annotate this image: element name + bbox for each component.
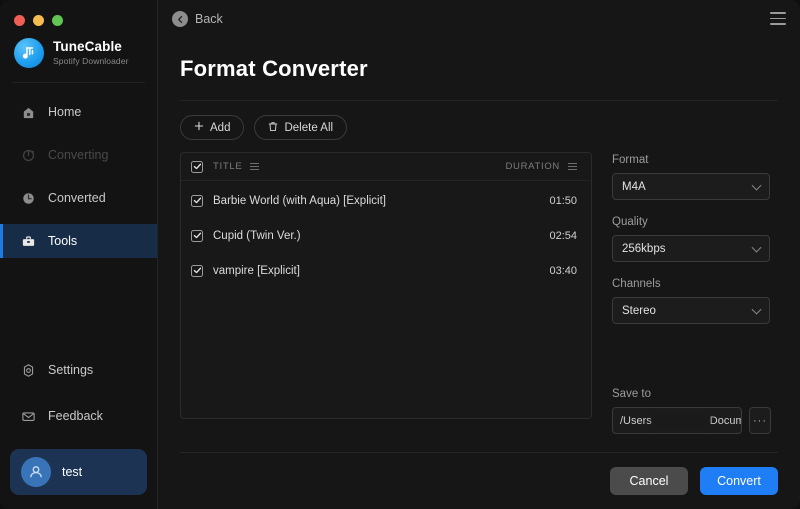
sidebar: TuneCable Spotify Downloader Home Conver… bbox=[0, 0, 158, 509]
save-to-path-prefix: /Users bbox=[620, 414, 652, 427]
row-checkbox[interactable] bbox=[191, 194, 203, 207]
chevron-down-icon bbox=[751, 304, 762, 315]
brand-title: TuneCable bbox=[53, 38, 122, 54]
sidebar-item-settings[interactable]: Settings bbox=[0, 353, 157, 387]
quality-select[interactable]: 256kbps bbox=[612, 235, 770, 262]
row-checkbox[interactable] bbox=[191, 264, 203, 277]
sidebar-item-label: Home bbox=[48, 105, 82, 119]
sidebar-item-label: Tools bbox=[48, 234, 78, 248]
close-window-button[interactable] bbox=[14, 14, 25, 26]
topbar: Back bbox=[158, 0, 800, 38]
row-checkbox[interactable] bbox=[191, 229, 203, 242]
back-label: Back bbox=[195, 12, 223, 26]
chevron-down-icon bbox=[751, 180, 762, 191]
format-select[interactable]: M4A bbox=[612, 173, 770, 200]
save-to-label: Save to bbox=[612, 388, 651, 400]
window-traffic-lights bbox=[0, 0, 157, 28]
app-window: TuneCable Spotify Downloader Home Conver… bbox=[0, 0, 800, 509]
main-area: Back Format Converter Add Delete All TIT… bbox=[158, 0, 800, 509]
content-area: TITLE DURATION Barbie World (with Aqua) … bbox=[158, 140, 800, 442]
list-toolbar: Add Delete All bbox=[158, 101, 800, 140]
table-row[interactable]: Barbie World (with Aqua) [Explicit] 01:5… bbox=[181, 187, 591, 214]
row-duration: 02:54 bbox=[549, 229, 577, 242]
hamburger-menu-icon[interactable] bbox=[770, 12, 786, 25]
arrow-left-circle-icon bbox=[172, 11, 188, 27]
convert-button[interactable]: Convert bbox=[700, 467, 778, 495]
sidebar-item-label: Converted bbox=[48, 191, 106, 205]
column-header-title-label: TITLE bbox=[213, 161, 243, 172]
clock-icon bbox=[20, 190, 37, 207]
row-duration: 03:40 bbox=[549, 264, 577, 277]
sidebar-item-home[interactable]: Home bbox=[0, 95, 157, 129]
minimize-window-button[interactable] bbox=[33, 14, 44, 26]
row-title: Barbie World (with Aqua) [Explicit] bbox=[213, 194, 386, 207]
duration-filter-icon[interactable] bbox=[568, 162, 577, 171]
account-card[interactable]: test bbox=[10, 449, 147, 495]
save-to-group: Save to /Users Documents/ ··· bbox=[612, 388, 778, 442]
add-button[interactable]: Add bbox=[180, 115, 245, 140]
delete-all-label: Delete All bbox=[284, 121, 334, 134]
channels-group: Channels Stereo bbox=[612, 278, 778, 324]
mail-icon bbox=[20, 408, 37, 425]
brand-logo-block: TuneCable Spotify Downloader bbox=[0, 28, 157, 72]
music-note-icon bbox=[14, 38, 44, 68]
refresh-icon bbox=[20, 147, 37, 164]
page-title: Format Converter bbox=[180, 56, 368, 81]
plus-icon bbox=[194, 121, 204, 134]
track-list-panel: TITLE DURATION Barbie World (with Aqua) … bbox=[180, 152, 592, 419]
sidebar-item-label: Feedback bbox=[48, 409, 103, 423]
sidebar-item-tools[interactable]: Tools bbox=[0, 224, 157, 258]
browse-folder-button[interactable]: ··· bbox=[749, 407, 771, 434]
select-all-checkbox[interactable] bbox=[191, 160, 203, 173]
account-name: test bbox=[62, 465, 83, 479]
save-to-path-field[interactable]: /Users Documents/ bbox=[612, 407, 742, 434]
format-value: M4A bbox=[622, 180, 646, 193]
chevron-down-icon bbox=[751, 242, 762, 253]
gear-icon bbox=[20, 362, 37, 379]
add-label: Add bbox=[210, 121, 231, 134]
toolbox-icon bbox=[20, 233, 37, 250]
sidebar-item-label: Converting bbox=[48, 148, 109, 162]
back-button[interactable]: Back bbox=[172, 11, 223, 27]
format-label: Format bbox=[612, 154, 649, 166]
column-header-duration: DURATION bbox=[505, 161, 577, 172]
row-title: Cupid (Twin Ver.) bbox=[213, 229, 301, 242]
sidebar-nav: Home Converting Converted Tools bbox=[0, 95, 157, 258]
sidebar-item-feedback[interactable]: Feedback bbox=[0, 399, 157, 433]
brand-subtitle: Spotify Downloader bbox=[53, 55, 129, 66]
cancel-button[interactable]: Cancel bbox=[610, 467, 688, 495]
brand-text: TuneCable Spotify Downloader bbox=[53, 38, 129, 66]
table-row[interactable]: vampire [Explicit] 03:40 bbox=[181, 257, 591, 284]
channels-label: Channels bbox=[612, 278, 661, 290]
track-list-header: TITLE DURATION bbox=[181, 153, 591, 181]
quality-group: Quality 256kbps bbox=[612, 216, 778, 262]
channels-select[interactable]: Stereo bbox=[612, 297, 770, 324]
conversion-options: Format M4A Quality 256kbps Channels Ster… bbox=[612, 152, 778, 442]
save-to-path-suffix: Documents/ bbox=[709, 414, 742, 427]
home-icon bbox=[20, 104, 37, 121]
row-title: vampire [Explicit] bbox=[213, 264, 300, 277]
sidebar-item-label: Settings bbox=[48, 363, 94, 377]
maximize-window-button[interactable] bbox=[52, 14, 63, 26]
save-to-row: /Users Documents/ ··· bbox=[612, 407, 778, 434]
row-duration: 01:50 bbox=[549, 194, 577, 207]
title-filter-icon[interactable] bbox=[250, 162, 260, 171]
format-group: Format M4A bbox=[612, 154, 778, 200]
sidebar-item-converted[interactable]: Converted bbox=[0, 181, 157, 215]
channels-value: Stereo bbox=[622, 304, 656, 317]
quality-label: Quality bbox=[612, 216, 648, 228]
quality-value: 256kbps bbox=[622, 242, 666, 255]
footer-actions: Cancel Convert bbox=[158, 453, 800, 509]
column-header-title: TITLE bbox=[213, 161, 505, 172]
column-header-duration-label: DURATION bbox=[505, 161, 560, 172]
table-row[interactable]: Cupid (Twin Ver.) 02:54 bbox=[181, 222, 591, 249]
sidebar-item-converting[interactable]: Converting bbox=[0, 138, 157, 172]
user-avatar-icon bbox=[21, 457, 51, 487]
redacted-path-segment bbox=[652, 414, 709, 427]
trash-icon bbox=[268, 121, 278, 135]
sidebar-divider bbox=[12, 82, 145, 83]
sidebar-bottom: Settings Feedback test bbox=[0, 353, 157, 509]
delete-all-button[interactable]: Delete All bbox=[254, 115, 348, 140]
